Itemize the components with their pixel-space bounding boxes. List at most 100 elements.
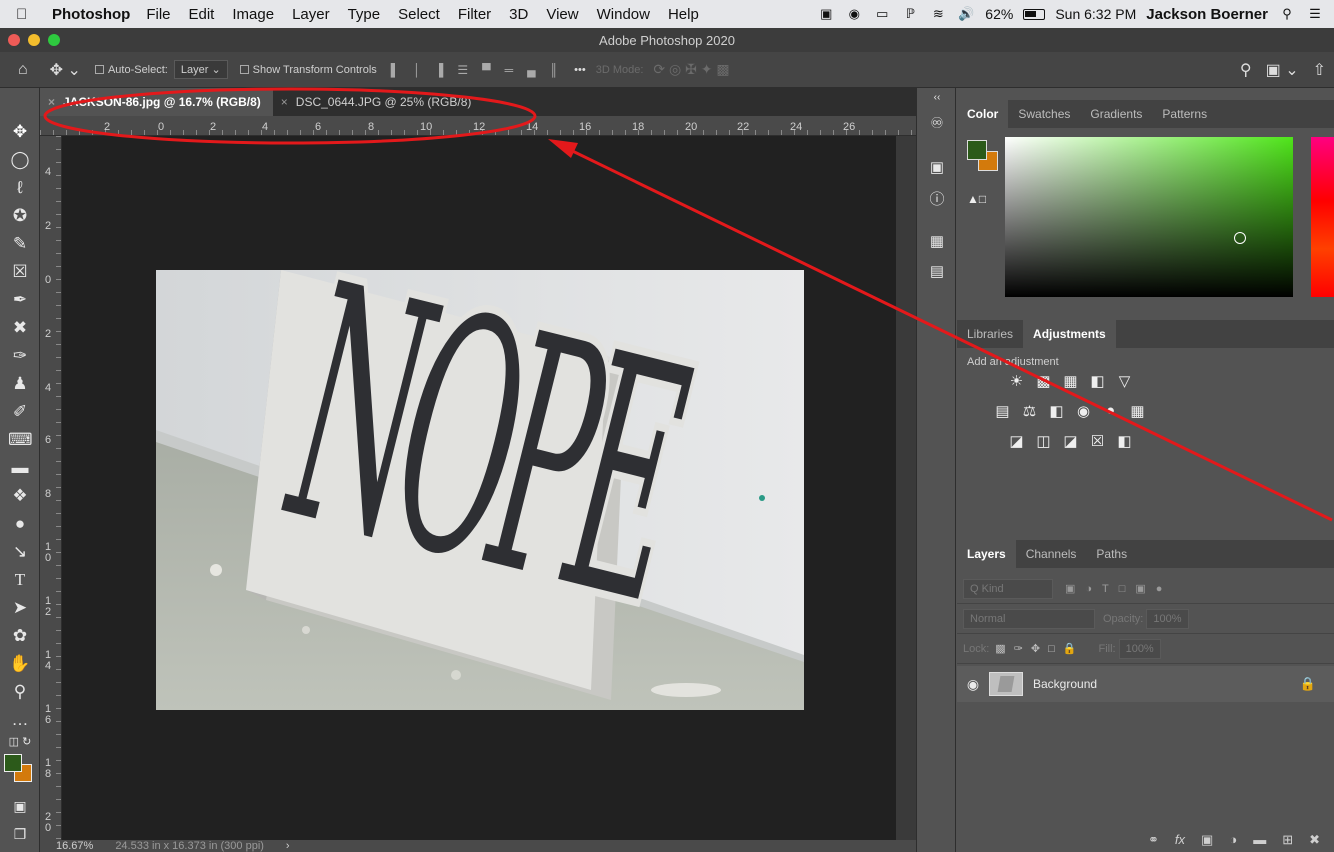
horizontal-ruler[interactable]: 2 0 2 4 6 8 10 12 14 16 18 20 22 24 26 (40, 116, 916, 136)
minimize-window-button[interactable] (28, 34, 40, 46)
tab-swatches[interactable]: Swatches (1008, 100, 1080, 128)
document-canvas[interactable]: NOPE (62, 136, 896, 840)
zoom-level[interactable]: 16.67% (56, 840, 93, 852)
screen-mode-icon[interactable]: ❐ (8, 822, 32, 846)
tab-color[interactable]: Color (957, 100, 1009, 128)
photo-filter-icon[interactable]: ◉ (1074, 402, 1093, 420)
tab-patterns[interactable]: Patterns (1152, 100, 1217, 128)
eraser-tool-icon[interactable]: ⌨ (8, 428, 33, 452)
user-name[interactable]: Jackson Boerner (1146, 6, 1268, 23)
fill-input[interactable]: 100% (1118, 638, 1161, 659)
character-panel-icon[interactable]: ▦ (927, 232, 947, 252)
add-mask-icon[interactable]: ▣ (1201, 832, 1213, 852)
vertical-scrollbar[interactable] (896, 136, 916, 840)
align-hcenter-icon[interactable]: │ (413, 63, 421, 77)
link-layers-icon[interactable]: ⚭ (1148, 832, 1159, 852)
distribute-vertical-icon[interactable]: ║ (550, 63, 559, 77)
color-panel-chips[interactable] (967, 140, 999, 172)
move-tool-preset-icon[interactable]: ✥ ⌄ (50, 60, 81, 80)
bluetooth-icon[interactable]: ℙ (901, 7, 919, 21)
menu-file[interactable]: File (146, 6, 170, 23)
custom-shape-tool-icon[interactable]: ✿ (8, 624, 32, 648)
posterize-icon[interactable]: ◫ (1034, 432, 1053, 450)
foreground-color-swatch[interactable] (967, 140, 987, 160)
dodge-tool-icon[interactable]: ● (8, 512, 32, 536)
align-right-icon[interactable]: ▐ (435, 63, 444, 77)
levels-icon[interactable]: ▩ (1034, 372, 1053, 390)
opacity-input[interactable]: 100% (1146, 608, 1189, 629)
clock[interactable]: Sun 6:32 PM (1055, 6, 1136, 22)
hue-saturation-icon[interactable]: ▤ (993, 402, 1012, 420)
channel-mixer-icon[interactable]: ● (1101, 402, 1120, 420)
align-vcenter-icon[interactable]: ═ (505, 63, 514, 77)
layer-filter-kind[interactable]: Q Kind (963, 578, 1053, 599)
show-transform-checkbox[interactable] (239, 65, 249, 75)
gradient-tool-icon[interactable]: ▬ (8, 456, 32, 480)
magic-wand-tool-icon[interactable]: ✪ (8, 204, 32, 228)
spotlight-search-icon[interactable]: ⚲ (1278, 7, 1296, 21)
lasso-tool-icon[interactable]: ℓ (8, 176, 32, 200)
lock-icon[interactable]: 🔒 (1300, 676, 1316, 692)
tab-dsc-0644[interactable]: × DSC_0644.JPG @ 25% (RGB/8) (273, 88, 484, 116)
path-selection-tool-icon[interactable]: ➤ (8, 596, 32, 620)
menu-image[interactable]: Image (232, 6, 274, 23)
gamut-warning-icon[interactable]: ▲□ (967, 192, 986, 206)
info-panel-icon[interactable]: ⓘ (927, 188, 947, 208)
screen-capture-icon[interactable]: ▣ (817, 7, 835, 21)
menu-type[interactable]: Type (348, 6, 381, 23)
gradient-map-icon[interactable]: ◧ (1115, 432, 1134, 450)
volume-icon[interactable]: 🔊 (957, 7, 975, 21)
tab-gradients[interactable]: Gradients (1080, 100, 1152, 128)
tab-layers[interactable]: Layers (957, 540, 1016, 568)
crop-tool-icon[interactable]: ✎ (8, 232, 32, 256)
new-layer-icon[interactable]: ⊞ (1282, 832, 1293, 852)
black-white-icon[interactable]: ◧ (1047, 402, 1066, 420)
invert-icon[interactable]: ◪ (1007, 432, 1026, 450)
hand-tool-icon[interactable]: ✋ (8, 652, 32, 676)
menu-window[interactable]: Window (597, 6, 650, 23)
app-menu[interactable]: Photoshop (52, 6, 130, 23)
auto-select-checkbox[interactable] (94, 65, 104, 75)
curves-icon[interactable]: ▦ (1061, 372, 1080, 390)
pen-tool-icon[interactable]: ↘ (8, 540, 32, 564)
globe-icon[interactable]: ◉ (845, 7, 863, 21)
paragraph-panel-icon[interactable]: ▤ (927, 262, 947, 282)
healing-tool-icon[interactable]: ✖ (8, 316, 32, 340)
zoom-tool-icon[interactable]: ⚲ (8, 680, 32, 704)
blur-tool-icon[interactable]: ❖ (8, 484, 32, 508)
lock-icons[interactable]: ▩✑✥□🔒 (995, 642, 1084, 655)
auto-select-dropdown[interactable]: Layer ⌄ (173, 60, 228, 79)
tab-jackson-86[interactable]: × JACKSON-86.jpg @ 16.7% (RGB/8) (40, 88, 273, 116)
collapse-arrows-icon[interactable]: ‹‹ (927, 92, 947, 112)
wifi-icon[interactable]: ≋ (929, 7, 947, 21)
marquee-tool-icon[interactable]: ◯ (8, 148, 32, 172)
menu-select[interactable]: Select (398, 6, 440, 23)
home-icon[interactable]: ⌂ (18, 61, 28, 79)
color-lookup-icon[interactable]: ▦ (1128, 402, 1147, 420)
move-tool-icon[interactable]: ✥ (8, 120, 32, 144)
history-brush-tool-icon[interactable]: ✐ (8, 400, 32, 424)
workspace-icon[interactable]: ▣ ⌄ (1266, 60, 1299, 80)
new-group-icon[interactable]: ▬ (1253, 832, 1266, 852)
color-picker-field[interactable] (1005, 137, 1293, 297)
adjustment-layer-icon[interactable]: ◑ (1229, 832, 1237, 852)
menu-layer[interactable]: Layer (292, 6, 330, 23)
fx-icon[interactable]: fx (1175, 832, 1185, 852)
menu-3d[interactable]: 3D (509, 6, 528, 23)
menu-help[interactable]: Help (668, 6, 699, 23)
menu-filter[interactable]: Filter (458, 6, 491, 23)
close-window-button[interactable] (8, 34, 20, 46)
delete-layer-icon[interactable]: ✖ (1309, 832, 1320, 852)
type-tool-icon[interactable]: T (8, 568, 32, 592)
eyedropper-tool-icon[interactable]: ✒ (8, 288, 32, 312)
layer-filter-icons[interactable]: ▣◑T□▣● (1065, 582, 1172, 595)
eye-icon[interactable]: ◉ (957, 676, 989, 693)
quick-mask-icon[interactable]: ▣ (8, 794, 32, 818)
vertical-ruler[interactable]: 4 2 0 2 4 6 8 10 12 14 16 18 20 (40, 136, 62, 852)
menu-edit[interactable]: Edit (189, 6, 215, 23)
tab-channels[interactable]: Channels (1016, 540, 1087, 568)
apple-icon[interactable]:  (16, 6, 44, 23)
blend-mode-select[interactable]: Normal (963, 608, 1095, 629)
notification-center-icon[interactable]: ☰ (1306, 7, 1324, 21)
close-tab-icon[interactable]: × (48, 95, 55, 109)
